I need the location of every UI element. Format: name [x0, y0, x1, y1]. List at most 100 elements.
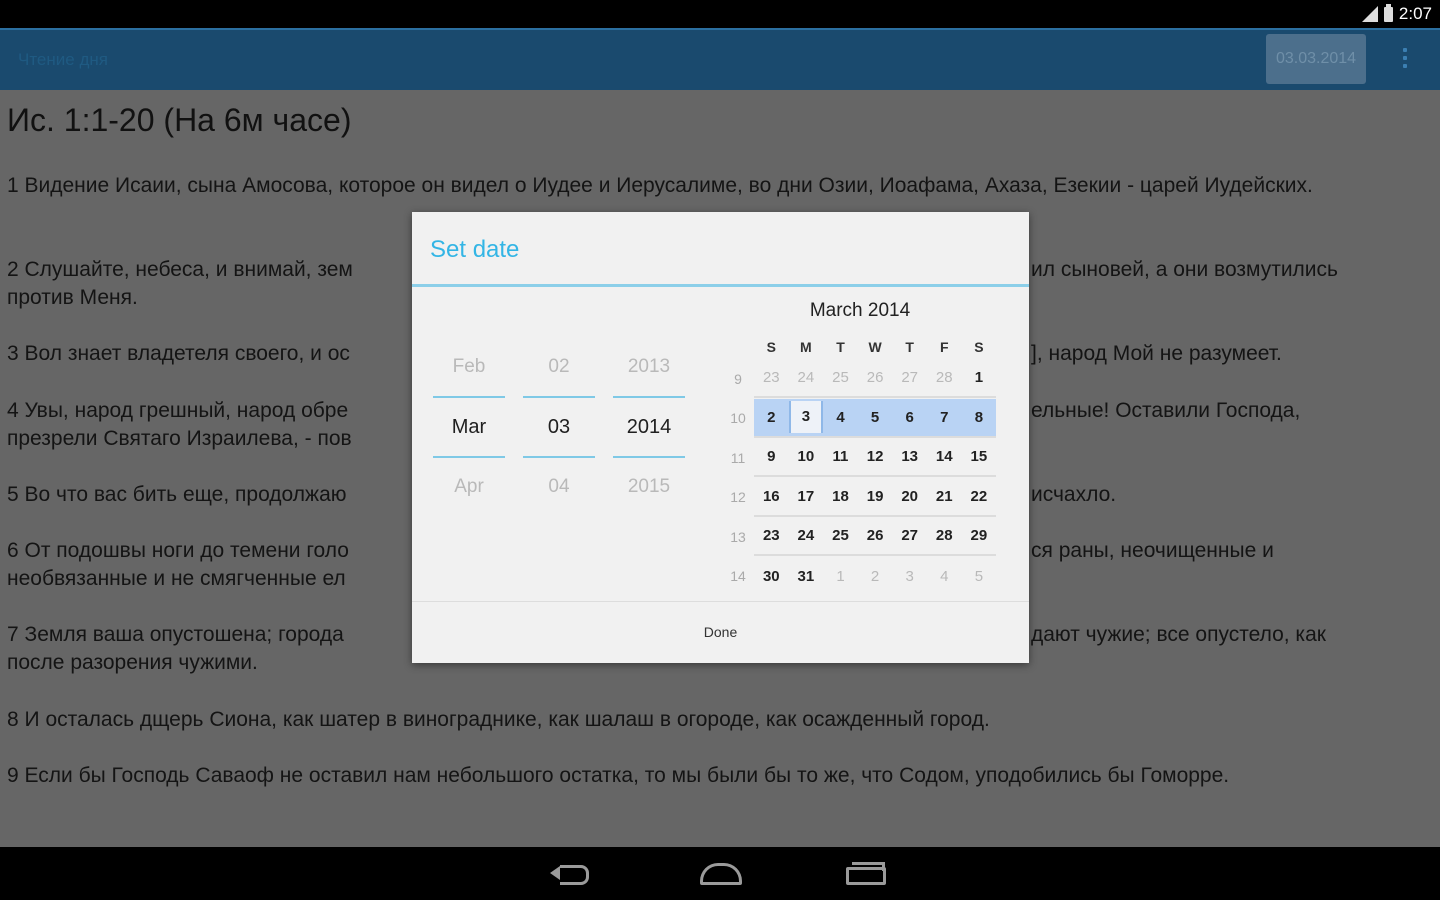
calendar-day[interactable]: 25: [823, 527, 858, 544]
calendar-day[interactable]: 12: [858, 448, 893, 465]
calendar-day[interactable]: 7: [927, 409, 962, 426]
month-next[interactable]: Apr: [433, 467, 505, 507]
year-current[interactable]: 2014: [613, 407, 685, 447]
calendar-week-row: 12 16 17 18 19 20 21 22: [722, 478, 997, 518]
day-next[interactable]: 04: [523, 467, 595, 507]
calendar-day[interactable]: 25: [823, 369, 858, 386]
verse-2-right: ил сыновей, а они возмутились: [1031, 258, 1338, 281]
calendar-day[interactable]: 3: [892, 568, 927, 585]
verse-5: 5 Во что вас бить еще, продолжаю: [7, 483, 347, 506]
calendar-day[interactable]: 1: [823, 568, 858, 585]
calendar-day[interactable]: 3: [788, 401, 824, 434]
day-current[interactable]: 03: [523, 407, 595, 447]
week-number: 12: [730, 489, 746, 506]
recent-apps-icon[interactable]: [836, 857, 896, 891]
calendar-day[interactable]: 19: [858, 488, 893, 505]
calendar-week-row: 9 23 24 25 26 27 28 1: [722, 359, 997, 399]
weekday-header: F: [939, 339, 949, 355]
set-date-dialog: Set date Feb Mar Apr 02 03 04 2013 2014 …: [412, 212, 1029, 663]
verse-8: 8 И осталась дщерь Сиона, как шатер в ви…: [7, 708, 990, 731]
verse-7-right: дают чужие; все опустело, как: [1031, 623, 1326, 646]
calendar-day[interactable]: 2: [858, 568, 893, 585]
calendar-day[interactable]: 16: [754, 488, 789, 505]
calendar-day[interactable]: 20: [892, 488, 927, 505]
calendar-month-title: March 2014: [809, 300, 911, 321]
calendar-day[interactable]: 21: [927, 488, 962, 505]
back-icon[interactable]: [548, 857, 608, 891]
verse-4-cont: презрели Святаго Израилева, - пов: [7, 427, 352, 450]
calendar-day[interactable]: 24: [789, 369, 824, 386]
calendar-day[interactable]: 13: [892, 448, 927, 465]
date-button[interactable]: 03.03.2014: [1266, 34, 1366, 84]
calendar-day[interactable]: 28: [927, 527, 962, 544]
calendar-day[interactable]: 28: [927, 369, 962, 386]
reading-title: Ис. 1:1-20 (На 6м часе): [7, 102, 352, 138]
calendar-day[interactable]: 10: [789, 448, 824, 465]
day-prev[interactable]: 02: [523, 347, 595, 387]
dialog-title: Set date: [430, 236, 520, 263]
calendar-day[interactable]: 17: [789, 488, 824, 505]
calendar-day[interactable]: 9: [754, 448, 789, 465]
overflow-menu-icon[interactable]: [1395, 44, 1415, 74]
calendar-day[interactable]: 24: [789, 527, 824, 544]
month-picker[interactable]: Feb Mar Apr: [433, 347, 505, 507]
week-number: 14: [730, 568, 746, 585]
calendar-day[interactable]: 5: [962, 568, 997, 585]
calendar-day[interactable]: 8: [962, 409, 997, 426]
verse-6: 6 От подошвы ноги до темени голо: [7, 539, 349, 562]
week-number: 13: [730, 528, 746, 545]
calendar-day[interactable]: 15: [962, 448, 997, 465]
signal-icon: [1361, 6, 1378, 22]
calendar-weekday-header: S M T W T F S: [722, 335, 996, 359]
calendar-day[interactable]: 4: [927, 568, 962, 585]
calendar-day[interactable]: 27: [892, 527, 927, 544]
verse-6-right: ся раны, неочищенные и: [1031, 539, 1274, 562]
calendar-day[interactable]: 5: [858, 409, 893, 426]
calendar-week-row: 10 2 3 4 5 6 7 8: [722, 398, 997, 439]
calendar-day[interactable]: 23: [754, 527, 789, 544]
calendar-day[interactable]: 27: [892, 369, 927, 386]
dialog-title-divider: [412, 284, 1029, 287]
calendar-day[interactable]: 1: [962, 369, 997, 386]
weekday-header: S: [766, 339, 776, 355]
calendar-day[interactable]: 26: [858, 527, 893, 544]
verse-9: 9 Если бы Господь Саваоф не оставил нам …: [7, 764, 1230, 787]
month-current[interactable]: Mar: [433, 407, 505, 447]
year-prev[interactable]: 2013: [613, 347, 685, 387]
month-prev[interactable]: Feb: [433, 347, 505, 387]
calendar-week-row: 13 23 24 25 26 27 28 29: [722, 517, 997, 557]
calendar-day[interactable]: 29: [962, 527, 997, 544]
verse-4: 4 Увы, народ грешный, народ обре: [7, 399, 349, 422]
calendar-day[interactable]: 31: [789, 568, 824, 585]
calendar-day[interactable]: 22: [962, 488, 997, 505]
done-button[interactable]: Done: [412, 602, 1029, 663]
calendar-day[interactable]: 18: [823, 488, 858, 505]
calendar-day[interactable]: 6: [892, 409, 927, 426]
calendar-day[interactable]: 14: [927, 448, 962, 465]
navigation-bar: [0, 847, 1440, 900]
week-number: 9: [734, 370, 742, 387]
weekday-header: T: [836, 339, 845, 355]
verse-4-right: ельные! Оставили Господа,: [1031, 399, 1301, 422]
calendar-grid[interactable]: S M T W T F S 9 23 24 25 26 27 28 1 10 2 3 4 5 6 7 8 11 9…: [722, 335, 997, 596]
verse-5-right: исчахло.: [1031, 483, 1117, 506]
weekday-header: M: [800, 339, 812, 355]
calendar-day[interactable]: 23: [754, 369, 789, 386]
calendar-day[interactable]: 11: [823, 448, 858, 465]
action-bar: Чтение дня 03.03.2014: [0, 28, 1440, 90]
calendar-week-row: 11 9 10 11 12 13 14 15: [722, 438, 997, 478]
day-picker[interactable]: 02 03 04: [523, 347, 595, 507]
year-next[interactable]: 2015: [613, 467, 685, 507]
weekday-header: T: [905, 339, 914, 355]
calendar-day[interactable]: 2: [754, 409, 789, 426]
home-icon[interactable]: [692, 857, 752, 891]
year-picker[interactable]: 2013 2014 2015: [613, 347, 685, 507]
calendar-day[interactable]: 26: [858, 369, 893, 386]
weekday-header: W: [868, 339, 882, 355]
battery-icon: [1383, 3, 1393, 22]
verse-3-right: ], народ Мой не разумеет.: [1031, 342, 1282, 365]
calendar-day[interactable]: 4: [823, 409, 858, 426]
verse-3: 3 Вол знает владетеля своего, и ос: [7, 342, 350, 365]
verse-2-cont: против Меня.: [7, 286, 138, 309]
calendar-day[interactable]: 30: [754, 568, 789, 585]
